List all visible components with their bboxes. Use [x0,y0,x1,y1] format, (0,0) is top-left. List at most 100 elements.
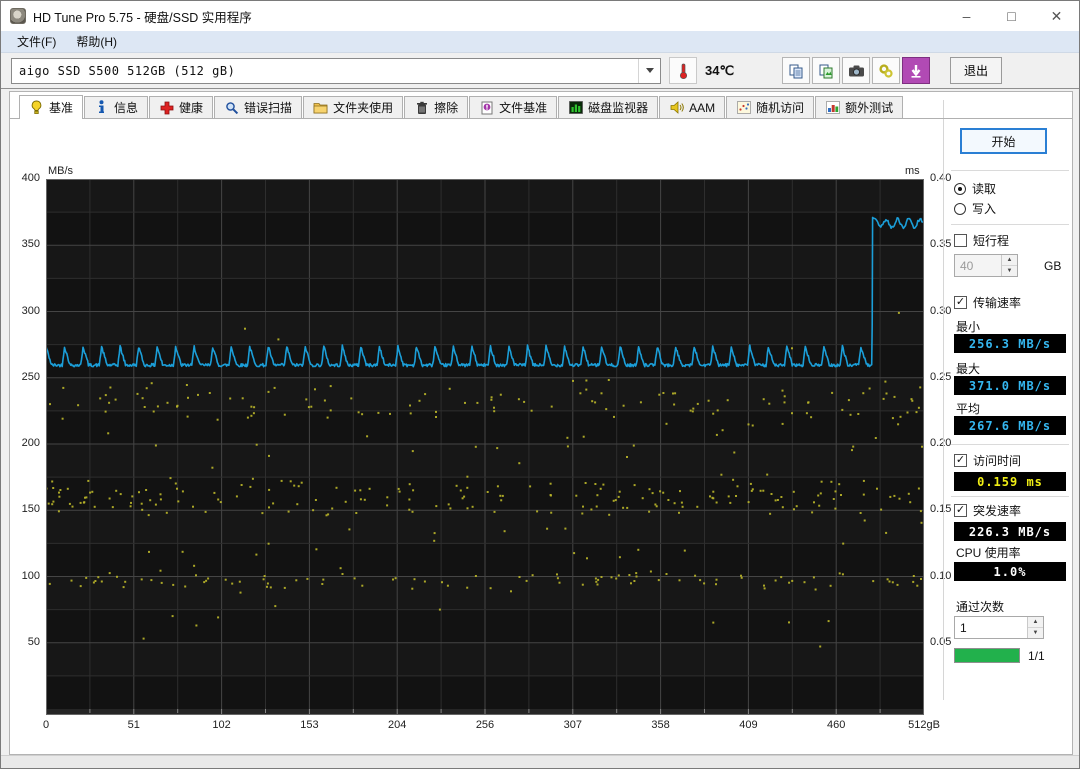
short-stroke-checkbox[interactable]: 短行程 [954,232,1009,249]
copy-text-button[interactable] [782,57,810,84]
avg-value: 267.6 MB/s [954,416,1066,435]
chevron-down-icon[interactable] [638,59,660,83]
tab-label: 信息 [114,99,138,116]
y-tick-left: 200 [10,437,40,449]
checkbox[interactable]: ✓ [954,454,967,467]
tab-info[interactable]: 信息 [84,96,148,118]
y-tick-left: 100 [10,570,40,582]
write-radio[interactable]: 写入 [954,200,996,217]
info-icon [94,100,109,115]
disk-monitor-icon [568,100,583,115]
short-stroke-size-stepper[interactable]: ▲▼ [954,254,1018,277]
x-tick: 102 [200,719,244,731]
short-stroke-size-input[interactable] [955,255,1001,276]
spinner[interactable]: ▲▼ [1027,617,1043,638]
tab-aam[interactable]: AAM [659,96,725,118]
tab-erase[interactable]: 擦除 [404,96,468,118]
search-icon [224,100,239,115]
tab-label: 随机访问 [756,99,804,116]
tab-random-access[interactable]: 随机访问 [726,96,814,118]
checkbox[interactable] [954,234,967,247]
cpu-usage-label: CPU 使用率 [956,544,1021,561]
tab-benchmark[interactable]: 基准 [19,95,83,119]
radio-dot[interactable] [954,183,966,195]
options-button[interactable] [872,57,900,84]
spinner[interactable]: ▲▼ [1001,255,1017,276]
x-tick: 204 [375,719,419,731]
plot-area [46,179,924,715]
minimize-button[interactable]: – [944,1,989,31]
transfer-rate-label: 传输速率 [973,294,1021,311]
read-radio[interactable]: 读取 [954,180,996,197]
tab-folder-usage[interactable]: 文件夹使用 [303,96,403,118]
scatter-icon [736,100,751,115]
save-button[interactable] [902,57,930,84]
tab-label: 基准 [49,99,73,116]
min-label: 最小 [956,318,980,335]
menu-help[interactable]: 帮助(H) [66,31,127,52]
start-button[interactable]: 开始 [960,128,1047,154]
burst-rate-label: 突发速率 [973,502,1021,519]
write-label: 写入 [972,200,996,217]
progress-fill [955,649,1019,662]
short-stroke-label: 短行程 [973,232,1009,249]
checkbox[interactable]: ✓ [954,504,967,517]
camera-icon [848,64,865,78]
max-label: 最大 [956,360,980,377]
menu-file[interactable]: 文件(F) [7,31,66,52]
burst-rate-checkbox[interactable]: ✓ 突发速率 [954,502,1021,519]
benchmark-icon [29,100,44,115]
drive-select[interactable]: aigo SSD S500 512GB (512 gB) [11,58,661,84]
maximize-button[interactable]: □ [989,1,1034,31]
trash-icon [414,100,429,115]
temperature-button[interactable] [669,57,697,84]
checkbox[interactable]: ✓ [954,296,967,309]
tab-health[interactable]: 健康 [149,96,213,118]
separator [951,170,1069,171]
tab-extra-tests[interactable]: 额外测试 [815,96,903,118]
speaker-icon [669,100,684,115]
tab-disk-monitor[interactable]: 磁盘监视器 [558,96,658,118]
tools-icon [878,63,894,79]
copy-icon [788,63,804,79]
copy-image-button[interactable] [812,57,840,84]
app-window: HD Tune Pro 5.75 - 硬盘/SSD 实用程序 – □ ✕ 文件(… [0,0,1080,769]
burst-rate-value: 226.3 MB/s [954,522,1066,541]
tab-error-scan[interactable]: 错误扫描 [214,96,302,118]
close-button[interactable]: ✕ [1034,1,1079,31]
tab-strip-line [10,118,1072,119]
content-panel: 基准 信息 健康 错误扫描 文件夹使用 [9,91,1073,755]
x-tick: 409 [726,719,770,731]
temperature-value: 34℃ [705,63,734,79]
y-tick-left: 250 [10,371,40,383]
access-time-label: 访问时间 [973,452,1021,469]
tab-label: 错误扫描 [244,99,292,116]
min-value: 256.3 MB/s [954,334,1066,353]
separator [951,444,1069,445]
exit-button[interactable]: 退出 [950,57,1002,84]
window-title: HD Tune Pro 5.75 - 硬盘/SSD 实用程序 [33,7,252,26]
progress-bar [954,648,1020,663]
radio-dot[interactable] [954,203,966,215]
access-time-value: 0.159 ms [954,472,1066,491]
access-time-checkbox[interactable]: ✓ 访问时间 [954,452,1021,469]
x-tick: 153 [287,719,331,731]
x-tick: 358 [639,719,683,731]
tab-label: 额外测试 [845,99,893,116]
x-tick: 51 [112,719,156,731]
download-arrow-icon [909,64,923,78]
extra-tests-icon [825,100,840,115]
screenshot-button[interactable] [842,57,870,84]
pass-count-stepper[interactable]: ▲▼ [954,616,1044,639]
y-tick-left: 400 [10,172,40,184]
transfer-rate-checkbox[interactable]: ✓ 传输速率 [954,294,1021,311]
file-benchmark-icon [479,100,494,115]
cpu-usage-value: 1.0% [954,562,1066,581]
tab-file-benchmark[interactable]: 文件基准 [469,96,557,118]
separator [951,496,1069,497]
pass-count-input[interactable] [955,617,1027,638]
y-tick-left: 50 [10,636,40,648]
x-tick: 512gB [902,719,946,731]
tab-label: 文件基准 [499,99,547,116]
x-tick: 256 [463,719,507,731]
